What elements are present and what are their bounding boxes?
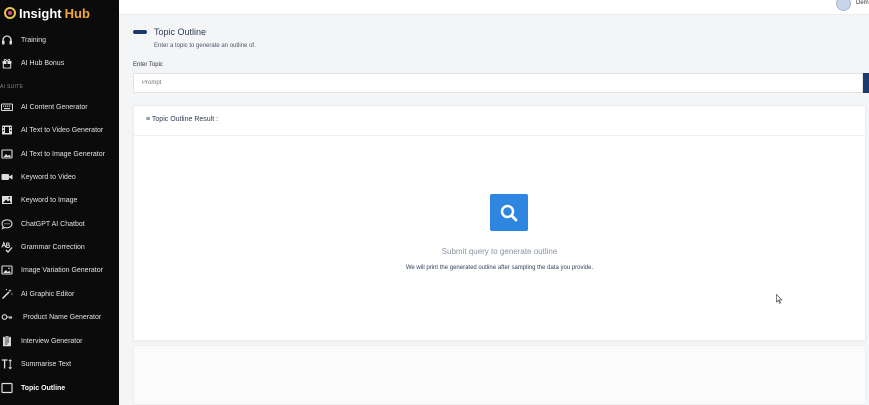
app-logo[interactable]: Insight Hub xyxy=(4,3,90,23)
sidebar-item-label: Keyword to Video xyxy=(21,173,76,181)
film-icon xyxy=(1,124,13,136)
empty-state-subtitle: We will print the generated outline afte… xyxy=(405,265,594,271)
page-title: Topic Outline xyxy=(154,27,207,37)
top-bar xyxy=(119,0,869,15)
sidebar-item-label: Product Name Generator xyxy=(23,313,102,321)
mouse-cursor-icon xyxy=(776,294,783,304)
username[interactable]: Dem xyxy=(856,0,869,6)
sidebar-item-product-name-generator[interactable]: Product Name Generator xyxy=(0,309,119,325)
sidebar-item-image-variation[interactable]: Image Variation Generator xyxy=(0,262,119,278)
sidebar-item-label: Grammar Correction xyxy=(21,243,85,251)
sidebar-item-label: Summarise Text xyxy=(21,360,72,368)
photo-icon xyxy=(1,264,13,276)
image-icon xyxy=(1,194,13,206)
sidebar-item-ai-hub-bonus[interactable]: AI Hub Bonus xyxy=(0,55,119,71)
sidebar-item-chatgpt-chatbot[interactable]: ChatGPT AI Chatbot xyxy=(0,216,119,232)
sidebar-item-label: AI Text to Video Generator xyxy=(21,126,104,134)
logo-ring-icon xyxy=(4,7,16,19)
section-label-ai-suite: AI SUITE xyxy=(0,84,24,90)
search-icon xyxy=(490,194,528,231)
sidebar-item-ai-text-to-image[interactable]: AI Text to Image Generator xyxy=(0,146,119,162)
sidebar-item-label: AI Content Generator xyxy=(21,103,88,111)
empty-state-title: Submit query to generate outline xyxy=(441,247,558,256)
sidebar-item-label: Keyword to Image xyxy=(21,196,78,204)
chat-bubble-icon xyxy=(1,218,13,230)
sidebar-item-label: Topic Outline xyxy=(21,384,66,392)
topic-field-label: Enter Topic xyxy=(133,62,163,68)
sidebar-item-summarise-text[interactable]: Summarise Text xyxy=(0,356,119,372)
sidebar-item-ai-graphic-editor[interactable]: AI Graphic Editor xyxy=(0,286,119,302)
spellcheck-icon xyxy=(1,241,13,253)
result-header: ≡ Topic Outline Result : xyxy=(134,106,865,136)
sidebar-item-label: AI Text to Image Generator xyxy=(21,150,105,158)
brand-word-2: Hub xyxy=(64,5,90,21)
text-size-icon xyxy=(1,358,13,370)
heading-accent-bar xyxy=(133,30,147,34)
page-subtitle: Enter a topic to generate an outline of. xyxy=(154,43,256,49)
topic-prompt-input[interactable] xyxy=(133,73,863,93)
sidebar-item-label: Image Variation Generator xyxy=(21,266,103,274)
image-frame-icon xyxy=(1,148,13,160)
result-title: ≡ Topic Outline Result : xyxy=(146,116,219,123)
key-icon xyxy=(1,311,13,323)
headset-icon xyxy=(1,34,13,46)
sidebar-item-label: AI Hub Bonus xyxy=(21,59,65,67)
keyboard-icon xyxy=(1,101,13,113)
sidebar-item-ai-text-to-video[interactable]: AI Text to Video Generator xyxy=(0,122,119,138)
sidebar-item-keyword-to-image[interactable]: Keyword to Image xyxy=(0,192,119,208)
secondary-card xyxy=(133,345,866,405)
sidebar-item-keyword-to-video[interactable]: Keyword to Video xyxy=(0,169,119,185)
magic-wand-icon xyxy=(1,288,13,300)
sidebar-item-interview-generator[interactable]: Interview Generator xyxy=(0,333,119,349)
sidebar-item-grammar-correction[interactable]: Grammar Correction xyxy=(0,239,119,255)
generate-button[interactable] xyxy=(863,73,869,93)
square-icon xyxy=(1,382,13,394)
video-camera-icon xyxy=(1,171,13,183)
sidebar-item-ai-content-generator[interactable]: AI Content Generator xyxy=(0,99,119,115)
sidebar-item-label: Training xyxy=(21,36,47,44)
sidebar: Insight Hub Training AI Hub Bonus AI SUI… xyxy=(0,0,119,405)
sidebar-item-training[interactable]: Training xyxy=(0,32,119,48)
brand-word-1: Insight xyxy=(19,5,62,21)
result-card: ≡ Topic Outline Result : Submit query to… xyxy=(133,105,866,341)
sidebar-item-label: AI Graphic Editor xyxy=(21,290,75,298)
sidebar-item-topic-outline[interactable]: Topic Outline xyxy=(0,380,119,396)
clipboard-icon xyxy=(1,335,13,347)
gift-icon xyxy=(1,57,13,69)
sidebar-item-label: ChatGPT AI Chatbot xyxy=(21,220,85,228)
sidebar-item-label: Interview Generator xyxy=(21,337,83,345)
